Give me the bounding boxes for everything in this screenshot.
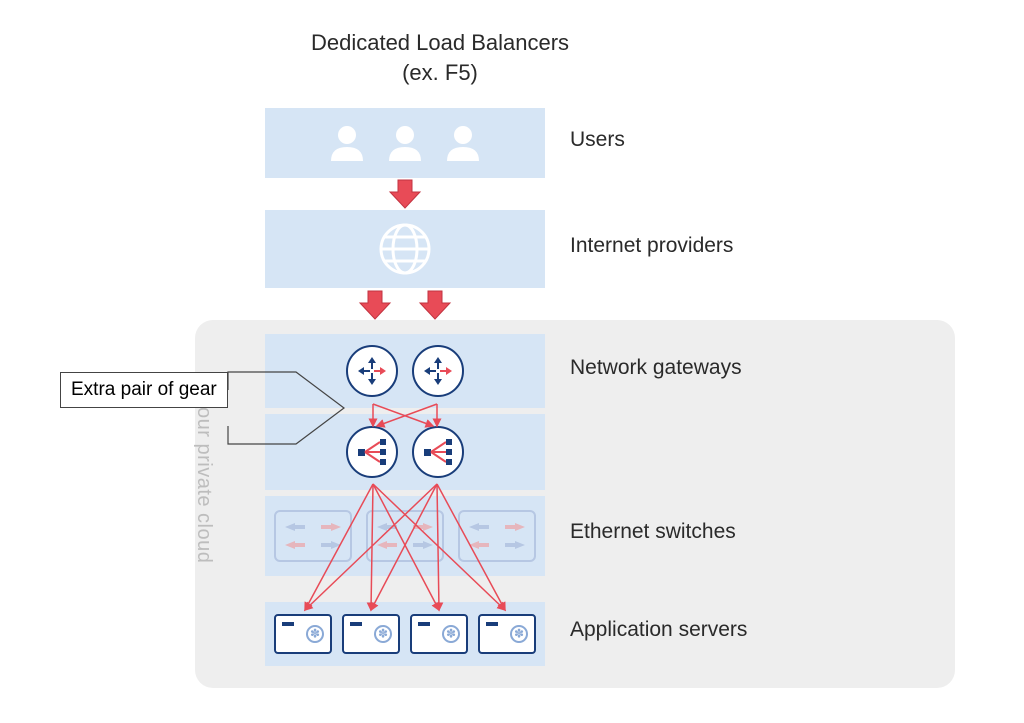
flow-arrow-icon [388, 178, 422, 212]
switch-icon [366, 510, 444, 562]
layer-application-servers [265, 602, 545, 666]
server-icon [478, 614, 536, 654]
title-line1: Dedicated Load Balancers [311, 30, 569, 55]
layer-switch-label: Ethernet switches [570, 520, 736, 544]
gateway-icon [412, 345, 464, 397]
server-icon [342, 614, 400, 654]
server-icon [410, 614, 468, 654]
user-icon [325, 121, 369, 165]
gateway-icon [346, 345, 398, 397]
callout-extra-gear: Extra pair of gear [60, 372, 228, 408]
layer-users-label: Users [570, 128, 625, 152]
layer-isp-label: Internet providers [570, 234, 733, 258]
layer-internet-providers [265, 210, 545, 288]
layer-server-label: Application servers [570, 618, 747, 642]
server-icon [274, 614, 332, 654]
private-cloud-label: Your private cloud [192, 395, 215, 563]
flow-arrow-icon [358, 289, 392, 323]
title-line2: (ex. F5) [402, 60, 478, 85]
callout-text: Extra pair of gear [71, 379, 217, 400]
layer-ethernet-switches [265, 496, 545, 576]
globe-icon [378, 222, 432, 276]
flow-arrow-icon [418, 289, 452, 323]
layer-gateway-label: Network gateways [570, 356, 742, 380]
layer-users [265, 108, 545, 178]
switch-icon [458, 510, 536, 562]
user-icon [441, 121, 485, 165]
callout-pointer-icon [226, 370, 346, 450]
diagram-title: Dedicated Load Balancers (ex. F5) [300, 28, 580, 87]
user-icon [383, 121, 427, 165]
switch-icon [274, 510, 352, 562]
load-balancer-icon [346, 426, 398, 478]
load-balancer-icon [412, 426, 464, 478]
